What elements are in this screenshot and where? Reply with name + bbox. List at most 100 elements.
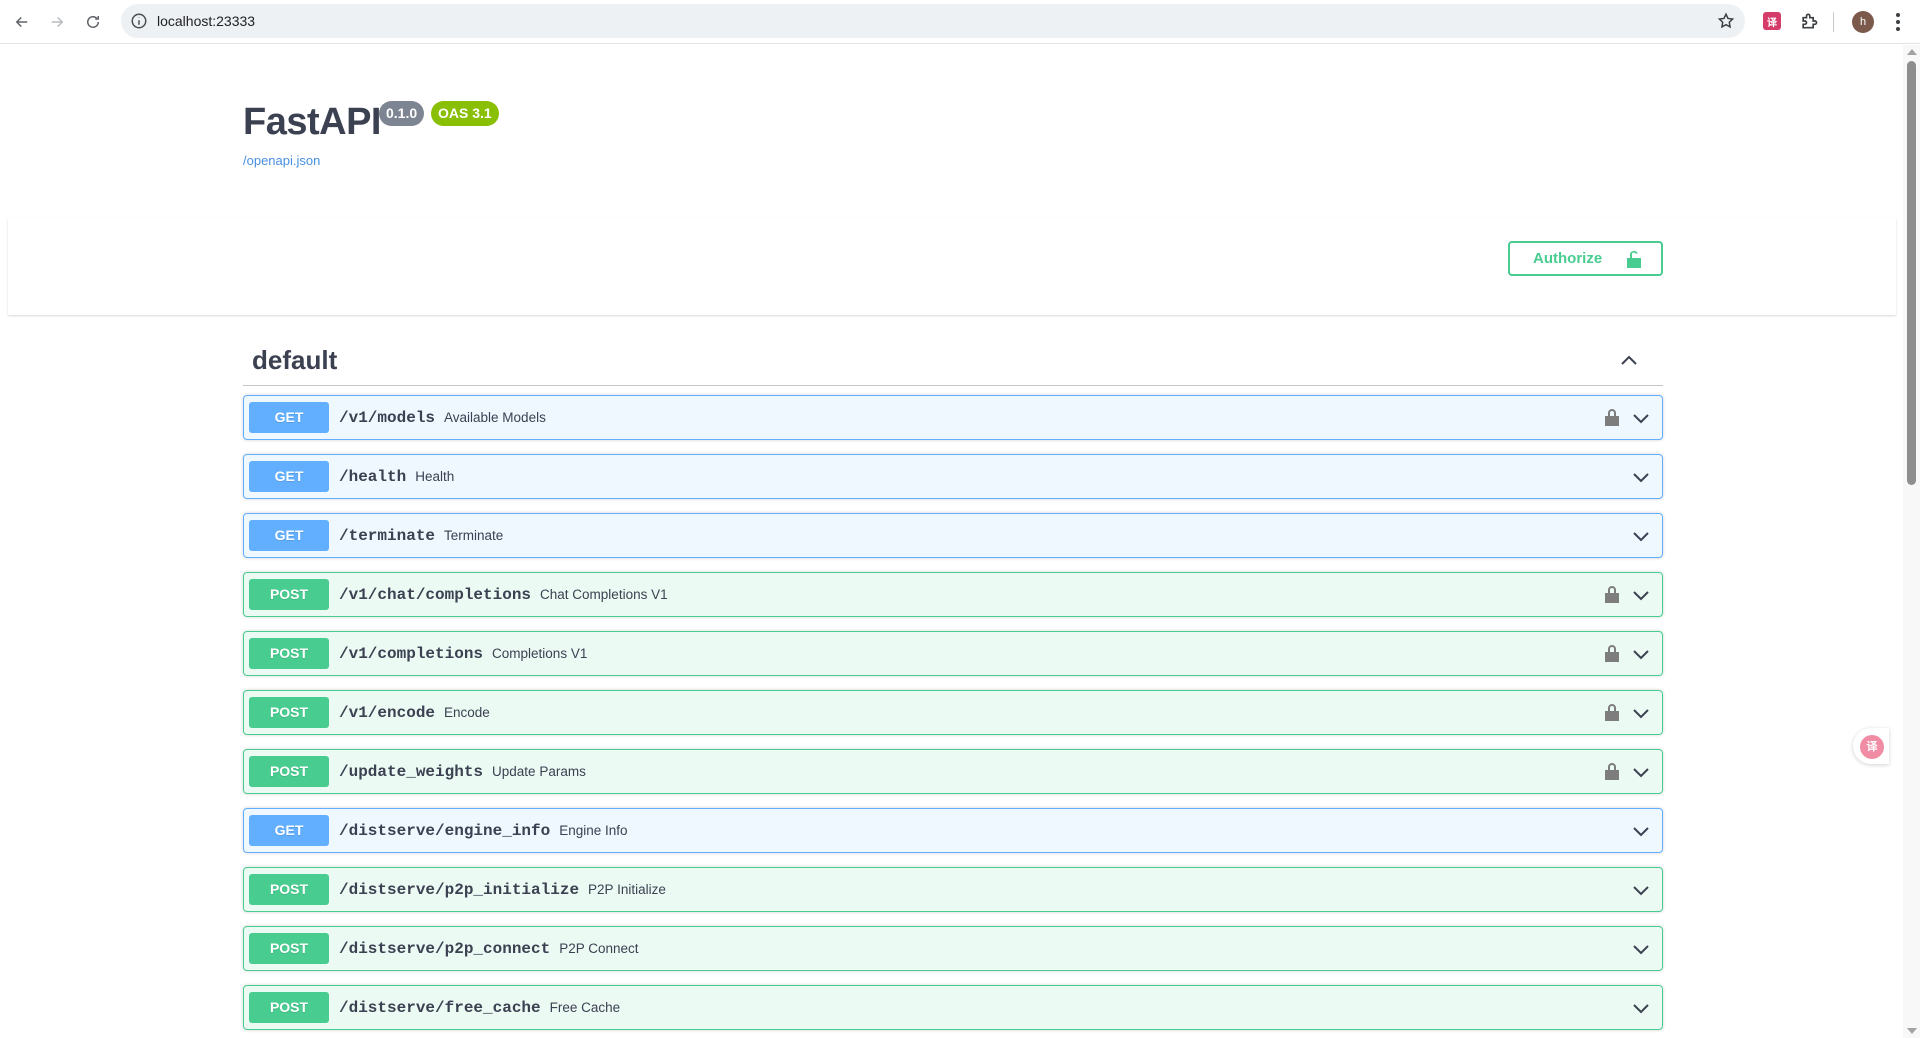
operation-path-text[interactable]: /update_weights xyxy=(339,763,483,781)
operation-row[interactable]: POST/v1/completions Completions V1 xyxy=(243,631,1663,676)
operation-path[interactable]: /v1/encode Encode xyxy=(339,691,490,735)
http-method-badge[interactable]: POST xyxy=(249,756,329,787)
lock-icon[interactable] xyxy=(1604,643,1620,663)
scroll-up-arrow-icon[interactable] xyxy=(1907,49,1917,55)
operation-path[interactable]: /update_weights Update Params xyxy=(339,750,586,794)
http-method-badge[interactable]: POST xyxy=(249,933,329,964)
toolbar-divider xyxy=(1833,12,1834,32)
lock-icon[interactable] xyxy=(1604,584,1620,604)
operation-row[interactable]: POST/update_weights Update Params xyxy=(243,749,1663,794)
chevron-up-icon[interactable] xyxy=(1619,350,1639,370)
operation-path-text[interactable]: /health xyxy=(339,468,406,486)
chevron-down-icon[interactable] xyxy=(1631,644,1651,664)
site-info-icon[interactable] xyxy=(130,12,148,30)
chevron-down-icon[interactable] xyxy=(1631,526,1651,546)
bookmark-star-icon[interactable] xyxy=(1717,12,1735,30)
operation-path[interactable]: /distserve/free_cache Free Cache xyxy=(339,986,620,1030)
chevron-down-icon[interactable] xyxy=(1631,467,1651,487)
operation-summary[interactable]: Update Params xyxy=(492,764,586,779)
operation-summary[interactable]: Terminate xyxy=(444,528,503,543)
lock-icon[interactable] xyxy=(1604,761,1620,781)
authorize-button[interactable]: Authorize xyxy=(1508,241,1663,276)
operation-summary[interactable]: Completions V1 xyxy=(492,646,587,661)
operation-row[interactable]: POST/distserve/p2p_initialize P2P Initial… xyxy=(243,867,1663,912)
chevron-down-icon[interactable] xyxy=(1631,998,1651,1018)
operation-path-text[interactable]: /distserve/engine_info xyxy=(339,822,550,840)
operation-path[interactable]: /distserve/engine_info Engine Info xyxy=(339,809,628,853)
operation-path[interactable]: /v1/models Available Models xyxy=(339,396,546,440)
operation-summary[interactable]: Free Cache xyxy=(550,1000,621,1015)
http-method-badge[interactable]: GET xyxy=(249,402,329,433)
operation-summary[interactable]: P2P Initialize xyxy=(588,882,666,897)
authorize-label: Authorize xyxy=(1533,250,1603,267)
operation-row[interactable]: GET/terminate Terminate xyxy=(243,513,1663,558)
address-bar[interactable]: localhost:23333 xyxy=(121,4,1745,38)
http-method-badge[interactable]: POST xyxy=(249,697,329,728)
operation-path-text[interactable]: /v1/chat/completions xyxy=(339,586,531,604)
operation-summary[interactable]: P2P Connect xyxy=(559,941,638,956)
http-method-badge[interactable]: GET xyxy=(249,461,329,492)
operation-summary[interactable]: Engine Info xyxy=(559,823,627,838)
operation-summary[interactable]: Encode xyxy=(444,705,490,720)
reload-icon[interactable] xyxy=(81,10,105,34)
operation-path-text[interactable]: /v1/completions xyxy=(339,645,483,663)
page-scrollbar[interactable] xyxy=(1903,45,1920,1038)
auth-scheme-container: Authorize xyxy=(8,218,1896,315)
browser-menu-icon[interactable] xyxy=(1888,11,1908,33)
operation-row[interactable]: GET/health Health xyxy=(243,454,1663,499)
http-method-badge[interactable]: POST xyxy=(249,874,329,905)
tag-section-header[interactable]: default xyxy=(243,339,1663,386)
translate-extension-icon[interactable]: 译 xyxy=(1763,12,1781,30)
oas-version-badge: OAS 3.1 xyxy=(431,101,499,126)
operation-path-text[interactable]: /v1/models xyxy=(339,409,435,427)
chevron-down-icon[interactable] xyxy=(1631,821,1651,841)
operation-summary[interactable]: Available Models xyxy=(444,410,546,425)
unlocked-icon xyxy=(1626,249,1642,269)
operation-path[interactable]: /terminate Terminate xyxy=(339,514,503,558)
operation-path-text[interactable]: /terminate xyxy=(339,527,435,545)
browser-toolbar: localhost:23333 译 h xyxy=(0,0,1920,44)
scroll-down-arrow-icon[interactable] xyxy=(1907,1028,1917,1034)
scrollbar-thumb[interactable] xyxy=(1907,61,1916,485)
operation-row[interactable]: POST/distserve/p2p_connect P2P Connect xyxy=(243,926,1663,971)
profile-avatar[interactable]: h xyxy=(1852,11,1874,33)
chevron-down-icon[interactable] xyxy=(1631,762,1651,782)
operation-path-text[interactable]: /v1/encode xyxy=(339,704,435,722)
operation-row[interactable]: GET/distserve/engine_info Engine Info xyxy=(243,808,1663,853)
operation-summary[interactable]: Health xyxy=(415,469,454,484)
http-method-badge[interactable]: POST xyxy=(249,992,329,1023)
floating-translate-button[interactable]: 译 xyxy=(1853,728,1889,764)
api-title: FastAPI xyxy=(243,101,381,143)
operation-row[interactable]: POST/v1/encode Encode xyxy=(243,690,1663,735)
operation-path[interactable]: /distserve/p2p_initialize P2P Initialize xyxy=(339,868,666,912)
address-url[interactable]: localhost:23333 xyxy=(157,4,255,38)
chevron-down-icon[interactable] xyxy=(1631,703,1651,723)
lock-icon[interactable] xyxy=(1604,407,1620,427)
operation-row[interactable]: GET/v1/models Available Models xyxy=(243,395,1663,440)
http-method-badge[interactable]: GET xyxy=(249,815,329,846)
tag-title[interactable]: default xyxy=(252,345,337,376)
extensions-puzzle-icon[interactable] xyxy=(1799,11,1819,31)
chevron-down-icon[interactable] xyxy=(1631,585,1651,605)
chevron-down-icon[interactable] xyxy=(1631,939,1651,959)
version-badge: 0.1.0 xyxy=(379,101,425,126)
openapi-json-link[interactable]: /openapi.json xyxy=(243,153,320,168)
operation-path[interactable]: /v1/chat/completions Chat Completions V1 xyxy=(339,573,668,617)
operation-summary[interactable]: Chat Completions V1 xyxy=(540,587,668,602)
operation-row[interactable]: POST/distserve/free_cache Free Cache xyxy=(243,985,1663,1030)
chevron-down-icon[interactable] xyxy=(1631,880,1651,900)
operation-row[interactable]: POST/v1/chat/completions Chat Completions… xyxy=(243,572,1663,617)
http-method-badge[interactable]: GET xyxy=(249,520,329,551)
http-method-badge[interactable]: POST xyxy=(249,638,329,669)
operation-path[interactable]: /health Health xyxy=(339,455,454,499)
operation-path-text[interactable]: /distserve/free_cache xyxy=(339,999,541,1017)
chevron-down-icon[interactable] xyxy=(1631,408,1651,428)
forward-icon[interactable] xyxy=(45,10,69,34)
back-icon[interactable] xyxy=(10,10,34,34)
http-method-badge[interactable]: POST xyxy=(249,579,329,610)
operation-path-text[interactable]: /distserve/p2p_initialize xyxy=(339,881,579,899)
lock-icon[interactable] xyxy=(1604,702,1620,722)
operation-path[interactable]: /distserve/p2p_connect P2P Connect xyxy=(339,927,639,971)
operation-path[interactable]: /v1/completions Completions V1 xyxy=(339,632,587,676)
operation-path-text[interactable]: /distserve/p2p_connect xyxy=(339,940,550,958)
